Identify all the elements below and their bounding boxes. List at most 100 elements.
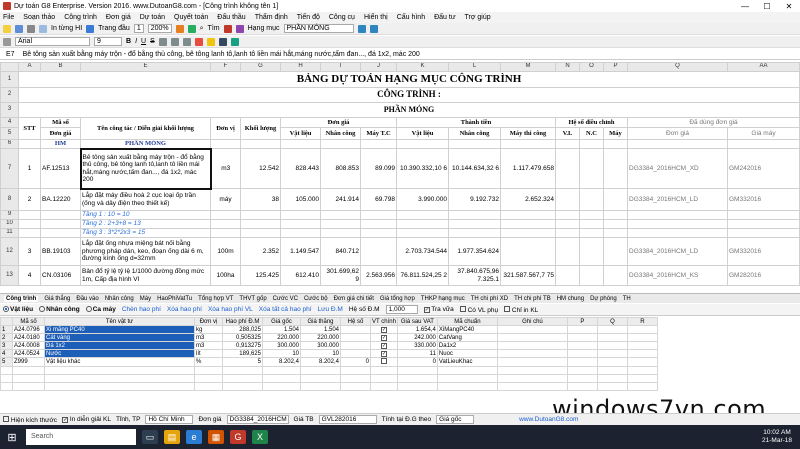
- delete-icon[interactable]: [223, 24, 232, 33]
- tab-thvt-gop[interactable]: THVT gốp: [239, 296, 266, 302]
- windows-start-icon[interactable]: ⊞: [4, 430, 20, 444]
- menu-soan-thao[interactable]: Soạn thảo: [23, 14, 55, 21]
- italic-button[interactable]: I: [135, 38, 137, 45]
- covlphu-checkbox[interactable]: Có VL phụ: [459, 305, 498, 314]
- menu-dau-tu[interactable]: Đấu tư: [434, 14, 455, 21]
- tab-gia-tong-hop[interactable]: Giá tổng hợp: [380, 296, 415, 302]
- col-header[interactable]: G: [240, 62, 281, 72]
- paste-icon[interactable]: [175, 24, 184, 33]
- minimize-button[interactable]: —: [734, 2, 756, 11]
- print-explain-checkbox[interactable]: ✓ In diễn giải KL: [62, 416, 111, 423]
- file-explorer-icon[interactable]: ▤: [164, 430, 180, 444]
- font-color-icon[interactable]: [194, 37, 203, 46]
- save-icon[interactable]: [15, 24, 23, 33]
- print-mode-select[interactable]: In từng HI: [51, 25, 82, 32]
- tab-du-phong[interactable]: Dự phòng: [590, 296, 617, 302]
- menu-tham-dinh[interactable]: Thẩm định: [255, 14, 288, 21]
- travua-checkbox[interactable]: ✓ Tra vữa: [423, 306, 454, 313]
- tab-don-gia-chi-tiet[interactable]: Đơn giá chi tiết: [334, 296, 374, 302]
- material-row[interactable]: 3 A24.0008 Đá 1x2 m3 0,913275 300.000 300.00…: [0, 341, 658, 350]
- zoom-level-field[interactable]: 1: [133, 24, 144, 33]
- delete-vl-norm-link[interactable]: Xóa hao phí VL: [208, 306, 253, 313]
- tab-th-chi-phi-xd[interactable]: TH chi phí XD: [471, 296, 508, 302]
- align-center-icon[interactable]: [170, 37, 179, 46]
- menu-dau-thau[interactable]: Đấu thầu: [217, 14, 245, 21]
- zoom-field[interactable]: 200%: [147, 24, 172, 33]
- edge-icon[interactable]: e: [186, 430, 202, 444]
- font-size-select[interactable]: 9: [94, 37, 122, 46]
- tab-dau-vao[interactable]: Đầu vào: [76, 296, 98, 302]
- menu-hien-thi[interactable]: Hiển thị: [364, 14, 388, 21]
- table-row[interactable]: 10 Tầng 2 : 2+3+8 = 13: [0, 219, 800, 229]
- menu-cong-trinh[interactable]: Công trình: [64, 14, 97, 21]
- menu-tro-giup[interactable]: Trợ giúp: [465, 14, 491, 21]
- menu-cong-cu[interactable]: Công cụ: [329, 14, 355, 21]
- delete-all-norm-link[interactable]: Xóa tất cả hao phí: [259, 306, 312, 313]
- show-size-checkbox[interactable]: Hiện kích thước: [3, 415, 57, 424]
- table-row[interactable]: 12 3 BB.19103 Lắp đặt ống nhựa miệng bát…: [0, 237, 800, 266]
- tab-th-chi-phi-tb[interactable]: TH chi phí TB: [514, 296, 551, 302]
- up-icon[interactable]: [357, 24, 366, 33]
- taskbar-search[interactable]: Search: [26, 429, 136, 445]
- first-page-button[interactable]: Trang đầu: [98, 25, 130, 32]
- col-header[interactable]: A: [18, 62, 41, 72]
- search-icon[interactable]: ⌕: [200, 25, 204, 33]
- category-select[interactable]: PHẦN MÓNG: [283, 24, 354, 33]
- col-header[interactable]: P: [603, 62, 628, 72]
- tab-cong-trinh[interactable]: Công trình: [4, 295, 39, 302]
- col-header[interactable]: AA: [727, 62, 800, 72]
- style-icon[interactable]: [3, 37, 11, 46]
- province-select[interactable]: Hồ Chí Minh: [145, 415, 194, 424]
- save-norm-link[interactable]: Lưu Đ.M: [318, 306, 343, 313]
- strike-button[interactable]: S: [150, 38, 155, 45]
- col-header[interactable]: O: [579, 62, 604, 72]
- material-row[interactable]: 1 A24.0796 Xi măng PC40 kg 288,025 1.504 1.5…: [0, 325, 658, 334]
- tab-nhan-cong[interactable]: Nhân công: [105, 296, 134, 302]
- print-icon[interactable]: [27, 24, 35, 33]
- radio-ca-may[interactable]: Ca máy: [85, 306, 116, 313]
- bold-button[interactable]: B: [126, 38, 131, 45]
- col-header[interactable]: H: [280, 62, 321, 72]
- col-header[interactable]: E: [80, 62, 211, 72]
- tab-th[interactable]: TH: [623, 296, 631, 302]
- radio-vat-lieu[interactable]: Vật liệu: [3, 306, 33, 313]
- menu-cau-hinh[interactable]: Cấu hình: [397, 14, 425, 21]
- table-row[interactable]: 8 2 BA.12220 Lắp đặt máy điều hoà 2 cục …: [0, 188, 800, 211]
- insert-norm-link[interactable]: Chèn hao phí: [122, 306, 161, 313]
- menu-file[interactable]: File: [3, 14, 14, 21]
- table-row[interactable]: 9 Tầng 1 : 10 = 10: [0, 210, 800, 220]
- copy-icon[interactable]: [187, 24, 196, 33]
- store-icon[interactable]: ▦: [208, 430, 224, 444]
- down-icon[interactable]: [369, 24, 378, 33]
- corner-cell[interactable]: [0, 62, 19, 72]
- cell-reference[interactable]: E7: [6, 51, 15, 58]
- page-icon[interactable]: [86, 24, 95, 33]
- chiinkl-checkbox[interactable]: Chỉ in KL: [504, 305, 538, 314]
- open-folder-icon[interactable]: [3, 24, 11, 33]
- col-header[interactable]: N: [555, 62, 580, 72]
- fill-color-icon[interactable]: [206, 37, 215, 46]
- tab-cuoc-bo[interactable]: Cước bộ: [304, 296, 328, 302]
- table-row[interactable]: 7 1 AF.12513 Bê tông sản xuất bằng máy t…: [0, 147, 800, 190]
- tab-may[interactable]: Máy: [140, 296, 151, 302]
- close-button[interactable]: ✕: [778, 2, 800, 11]
- col-header[interactable]: Q: [627, 62, 728, 72]
- align-right-icon[interactable]: [182, 37, 191, 46]
- border-icon[interactable]: [218, 37, 227, 46]
- giatb-select[interactable]: GVL282016: [318, 415, 377, 424]
- search-label[interactable]: Tìm: [208, 25, 220, 32]
- preview-icon[interactable]: [39, 24, 47, 33]
- tab-thkp-hang-muc[interactable]: THKP hạng mục: [421, 296, 465, 302]
- tab-hm-chung[interactable]: HM chung: [557, 296, 584, 302]
- align-left-icon[interactable]: [158, 37, 167, 46]
- menu-don-gia[interactable]: Đơn giá: [106, 14, 131, 21]
- menu-quyet-toan[interactable]: Quyết toán: [174, 14, 208, 21]
- col-header[interactable]: L: [448, 62, 501, 72]
- material-row[interactable]: 4 A24.0524 Nước lít 189,625 10 10 ✓ 11 Nuoc: [0, 349, 658, 358]
- menu-tien-do[interactable]: Tiến độ: [297, 14, 320, 21]
- excel-icon[interactable]: X: [252, 430, 268, 444]
- tab-cuoc-vc[interactable]: Cước VC: [273, 296, 298, 302]
- menu-du-toan[interactable]: Dự toán: [140, 14, 165, 21]
- table-row[interactable]: 13 4 CN.03106 Bản đổ tỷ lệ tỷ lệ 1/1000 …: [0, 265, 800, 286]
- radio-nhan-cong[interactable]: Nhân công: [39, 306, 80, 313]
